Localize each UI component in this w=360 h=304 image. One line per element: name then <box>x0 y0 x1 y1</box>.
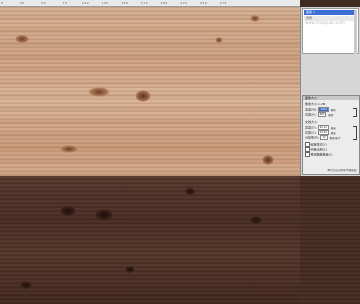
scale-styles-label: 缩放样式(Y) <box>310 142 327 147</box>
layer-item-selected[interactable]: 图层 1 <box>304 10 357 15</box>
link-bracket <box>353 108 357 117</box>
wood-knot <box>215 37 223 43</box>
dialog-title: 图像大小 <box>303 96 359 100</box>
height-label: 高度(H): <box>305 112 317 117</box>
width-label: 宽度(W): <box>305 107 318 112</box>
document-canvas[interactable]: 0 25 50 75 100 125 150 175 200 225 250 2… <box>0 0 300 304</box>
ruler-tick: 50 <box>41 1 47 5</box>
resolution-label: 分辨率(R): <box>305 135 320 140</box>
pixel-dimensions-label: 像素大小:1.2M <box>305 102 326 106</box>
ruler-tick: 200 <box>160 1 168 5</box>
right-panel: 图层 1 背景 www.missyuan.com 图像大小 像素大小:1.2M … <box>300 7 360 176</box>
watermark: www.missyuan.com <box>305 20 345 25</box>
wood-knot <box>15 35 29 43</box>
wood-knot <box>20 281 32 289</box>
ruler-tick: 175 <box>140 1 149 5</box>
ruler-tick: 100 <box>81 1 90 5</box>
doc-height-unit[interactable]: 厘米 <box>331 131 336 135</box>
ruler-tick: 150 <box>121 1 129 5</box>
ruler-tick: 225 <box>180 1 188 5</box>
dark-wood-texture <box>0 176 300 304</box>
resample-label: 重定图像像素(I): <box>310 152 333 157</box>
document-size-label: 文档大小: <box>305 120 319 124</box>
wood-knot <box>262 155 274 165</box>
ruler-tick: 0 <box>1 1 4 5</box>
wood-knot <box>60 145 78 153</box>
wood-knot <box>125 266 135 273</box>
wood-knot <box>185 188 195 195</box>
wood-knot <box>95 209 113 221</box>
link-bracket <box>353 126 357 140</box>
ruler-tick: 75 <box>62 1 68 5</box>
wood-knot <box>88 87 110 97</box>
layers-scrollbar[interactable] <box>354 10 357 54</box>
wood-knot <box>135 90 151 102</box>
height-field[interactable]: 683 <box>317 112 327 117</box>
wood-knot <box>250 15 260 22</box>
height-row: 高度(H): 683 像素 <box>305 112 333 117</box>
horizontal-ruler: 0 25 50 75 100 125 150 175 200 225 250 2… <box>0 0 300 7</box>
resample-method-select[interactable]: 两次立方(适用于平滑渐变) <box>328 168 357 172</box>
doc-width-label: 宽度(D): <box>305 125 317 130</box>
ruler-tick: 275 <box>219 1 227 5</box>
constrain-checkbox[interactable] <box>305 147 310 152</box>
resolution-unit[interactable]: 像素/英寸 <box>330 136 341 140</box>
height-unit[interactable]: 像素 <box>328 113 333 117</box>
scale-styles-row[interactable]: 缩放样式(Y) <box>305 142 327 147</box>
constrain-row[interactable]: 约束比例(C) <box>305 147 327 152</box>
constrain-label: 约束比例(C) <box>310 147 327 152</box>
doc-width-unit[interactable]: 厘米 <box>331 126 336 130</box>
wood-knot <box>60 206 76 216</box>
ruler-tick: 250 <box>200 1 208 5</box>
doc-height-label: 高度(G): <box>305 130 317 135</box>
layers-panel: 图层 1 背景 www.missyuan.com <box>302 8 359 54</box>
light-wood-texture <box>0 7 300 176</box>
wood-knot <box>250 216 262 224</box>
resample-row[interactable]: 重定图像像素(I): <box>305 152 333 157</box>
image-size-dialog: 图像大小 像素大小:1.2M 宽度(W): 1024 像素 高度(H): 683… <box>302 95 360 175</box>
scale-styles-checkbox[interactable] <box>305 142 310 147</box>
ruler-tick: 125 <box>101 1 109 5</box>
width-unit[interactable]: 像素 <box>331 108 336 112</box>
dark-wood-texture-edge <box>300 176 360 304</box>
ruler-tick: 25 <box>19 1 25 5</box>
resolution-row: 分辨率(R): 72 像素/英寸 <box>305 135 340 140</box>
resample-checkbox[interactable] <box>305 152 310 157</box>
resolution-field[interactable]: 72 <box>320 135 328 140</box>
